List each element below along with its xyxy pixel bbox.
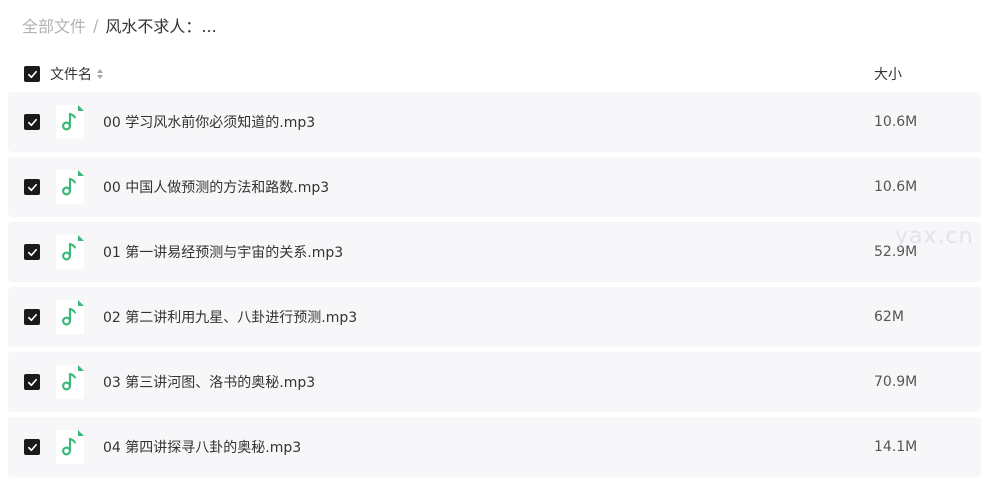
checkbox-checked-icon xyxy=(27,443,37,451)
audio-file-icon xyxy=(55,169,85,205)
checkbox-checked-icon xyxy=(27,118,37,126)
file-row[interactable]: 02 第二讲利用九星、八卦进行预测.mp3 62M xyxy=(8,287,981,347)
checkbox-checked-icon xyxy=(27,70,37,78)
file-size: 10.6M xyxy=(874,114,918,130)
checkbox-checked-icon xyxy=(27,378,37,386)
file-name[interactable]: 04 第四讲探寻八卦的奥秘.mp3 xyxy=(103,417,301,477)
file-name[interactable]: 00 中国人做预测的方法和路数.mp3 xyxy=(103,157,329,217)
sort-icon[interactable] xyxy=(97,69,103,79)
row-checkbox[interactable] xyxy=(24,374,40,390)
breadcrumb-current: 风水不求人：... xyxy=(105,17,217,36)
row-checkbox[interactable] xyxy=(24,114,40,130)
select-all-checkbox[interactable] xyxy=(24,66,40,82)
file-name[interactable]: 02 第二讲利用九星、八卦进行预测.mp3 xyxy=(103,287,357,347)
file-list: 00 学习风水前你必须知道的.mp3 10.6M 00 中国人做预测的方法和路数… xyxy=(8,92,981,482)
row-checkbox[interactable] xyxy=(24,309,40,325)
file-row[interactable]: 04 第四讲探寻八卦的奥秘.mp3 14.1M xyxy=(8,417,981,477)
file-name[interactable]: 00 学习风水前你必须知道的.mp3 xyxy=(103,92,315,152)
breadcrumb: 全部文件 / 风水不求人：... xyxy=(22,12,217,38)
file-size: 70.9M xyxy=(874,374,918,390)
file-row[interactable]: 00 学习风水前你必须知道的.mp3 10.6M xyxy=(8,92,981,152)
checkbox-checked-icon xyxy=(27,183,37,191)
audio-file-icon xyxy=(55,364,85,400)
audio-file-icon xyxy=(55,234,85,270)
audio-file-icon xyxy=(55,429,85,465)
breadcrumb-separator: / xyxy=(93,15,99,35)
column-header-size[interactable]: 大小 xyxy=(874,58,902,90)
file-name[interactable]: 01 第一讲易经预测与宇宙的关系.mp3 xyxy=(103,222,343,282)
checkbox-checked-icon xyxy=(27,248,37,256)
row-checkbox[interactable] xyxy=(24,439,40,455)
row-checkbox[interactable] xyxy=(24,244,40,260)
file-size: 10.6M xyxy=(874,179,918,195)
file-size: 52.9M xyxy=(874,244,918,260)
audio-file-icon xyxy=(55,104,85,140)
audio-file-icon xyxy=(55,299,85,335)
column-header-name[interactable]: 文件名 xyxy=(50,58,103,90)
checkbox-checked-icon xyxy=(27,313,37,321)
file-size: 14.1M xyxy=(874,439,918,455)
file-row[interactable]: 01 第一讲易经预测与宇宙的关系.mp3 52.9M xyxy=(8,222,981,282)
file-size: 62M xyxy=(874,309,904,325)
breadcrumb-root[interactable]: 全部文件 xyxy=(22,13,86,37)
column-header-name-label: 文件名 xyxy=(50,67,92,83)
file-browser: 全部文件 / 风水不求人：... 文件名 大小 00 学习风水前你必须知道的.m… xyxy=(0,0,981,485)
file-row[interactable]: 03 第三讲河图、洛书的奥秘.mp3 70.9M xyxy=(8,352,981,412)
file-row[interactable]: 00 中国人做预测的方法和路数.mp3 10.6M xyxy=(8,157,981,217)
row-checkbox[interactable] xyxy=(24,179,40,195)
file-list-header: 文件名 大小 xyxy=(0,58,981,90)
file-name[interactable]: 03 第三讲河图、洛书的奥秘.mp3 xyxy=(103,352,315,412)
